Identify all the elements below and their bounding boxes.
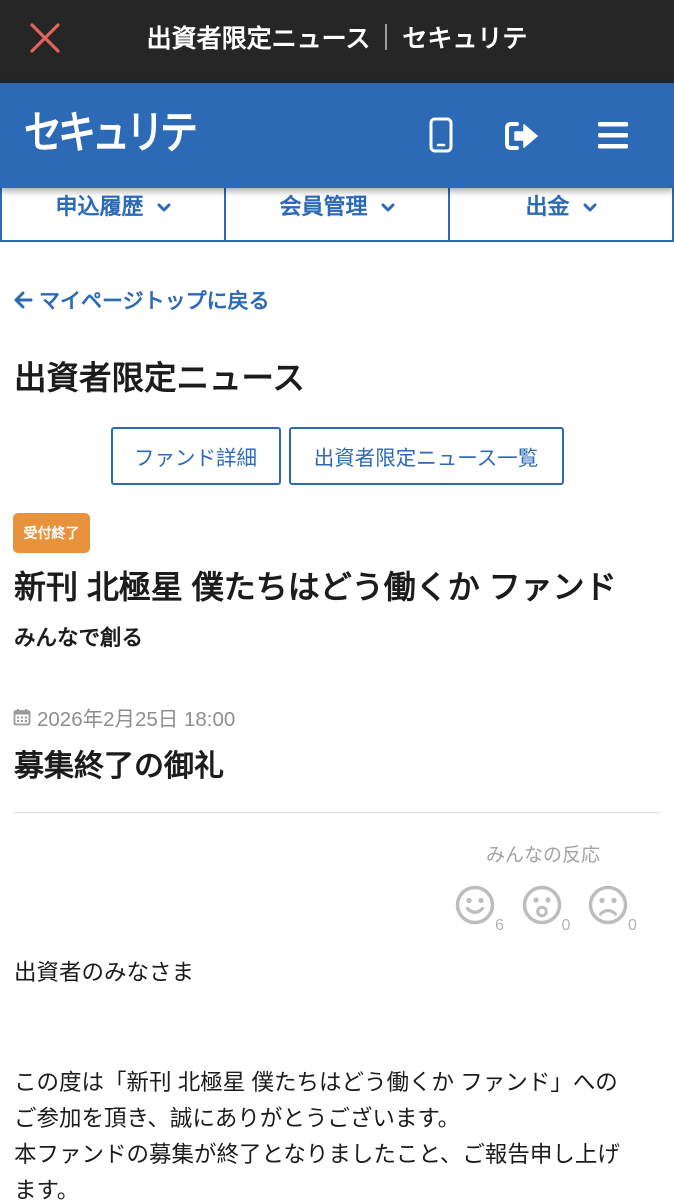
window-title: 出資者限定ニュース セキュリテ	[80, 19, 594, 55]
news-body-line: ご参加を頂き、誠にありがとうございます。	[14, 1106, 461, 1131]
sign-out-icon	[505, 122, 538, 150]
surprised-icon	[522, 885, 561, 925]
chevron-down-icon	[583, 203, 596, 212]
reaction-sad-button[interactable]: 0	[576, 885, 643, 935]
close-button[interactable]	[27, 20, 63, 56]
sad-icon	[588, 885, 628, 925]
mobile-icon	[429, 117, 453, 153]
page-title: 出資者限定ニュース	[14, 360, 305, 396]
logout-button[interactable]	[504, 121, 540, 151]
window-title-page: 出資者限定ニュース	[146, 25, 371, 53]
mobile-site-button[interactable]	[429, 117, 453, 153]
arrow-left-icon	[14, 291, 33, 309]
hamburger-menu-icon	[598, 122, 628, 149]
fund-detail-button[interactable]: ファンド詳細	[110, 427, 281, 485]
reactions-panel: みんなの反応 6 0 0	[443, 843, 643, 938]
window-title-site: セキュリテ	[402, 25, 528, 53]
reaction-count: 6	[495, 917, 504, 934]
chevron-down-icon	[381, 203, 394, 212]
reaction-smile-button[interactable]: 6	[443, 885, 510, 935]
news-body-line: この度は「新刊 北極星 僕たちはどう働くか ファンド」への	[14, 1070, 618, 1095]
news-greeting: 出資者のみなさま	[14, 960, 195, 985]
nav-tab-label: 出金	[525, 194, 570, 219]
fund-subtitle: みんなで創る	[14, 626, 144, 650]
title-separator	[385, 24, 388, 50]
app-top-bar: 出資者限定ニュース セキュリテ	[0, 0, 674, 83]
nav-tab-label: 申込履歴	[55, 194, 144, 219]
menu-button[interactable]	[597, 121, 629, 149]
reaction-surprised-button[interactable]: 0	[510, 885, 577, 935]
site-header: セキュリテ	[0, 83, 674, 188]
news-body-line: ます。	[14, 1178, 80, 1200]
news-list-button[interactable]: 出資者限定ニュース一覧	[288, 427, 564, 485]
page: 出資者限定ニュース セキュリテ セキュリテ 申込履歴 会員管理 出金 マイページ…	[0, 0, 674, 1200]
divider	[14, 812, 660, 813]
fund-title: 新刊 北極星 僕たちはどう働くか ファンド	[14, 569, 617, 605]
news-date: 2026年2月25日 18:00	[13, 703, 235, 731]
reactions-label: みんなの反応	[485, 845, 600, 866]
close-icon	[30, 23, 60, 53]
reaction-buttons: 6 0 0	[443, 885, 643, 935]
member-nav: 申込履歴 会員管理 出金	[0, 188, 674, 242]
nav-tab-application-history[interactable]: 申込履歴	[2, 188, 226, 240]
reaction-count: 0	[628, 917, 637, 934]
news-title: 募集終了の御礼	[14, 750, 224, 783]
reaction-count: 0	[561, 917, 571, 934]
back-to-mypage-link[interactable]: マイページトップに戻る	[13, 285, 270, 315]
site-logo[interactable]: セキュリテ	[24, 106, 198, 163]
status-badge: 受付終了	[13, 513, 90, 553]
news-body-line: 本ファンドの募集が終了となりましたこと、ご報告申し上げ	[14, 1142, 620, 1167]
back-link-label: マイページトップに戻る	[39, 290, 270, 313]
smile-icon	[455, 885, 495, 925]
news-date-text: 2026年2月25日 18:00	[37, 708, 236, 731]
calendar-icon	[13, 709, 31, 726]
news-body: この度は「新刊 北極星 僕たちはどう働くか ファンド」への ご参加を頂き、誠にあ…	[14, 1065, 664, 1200]
page-actions: ファンド詳細 出資者限定ニュース一覧	[0, 427, 674, 485]
chevron-down-icon	[157, 203, 170, 212]
nav-tab-member-management[interactable]: 会員管理	[226, 188, 450, 240]
nav-tab-withdrawal[interactable]: 出金	[450, 188, 672, 240]
nav-tab-label: 会員管理	[279, 194, 368, 219]
